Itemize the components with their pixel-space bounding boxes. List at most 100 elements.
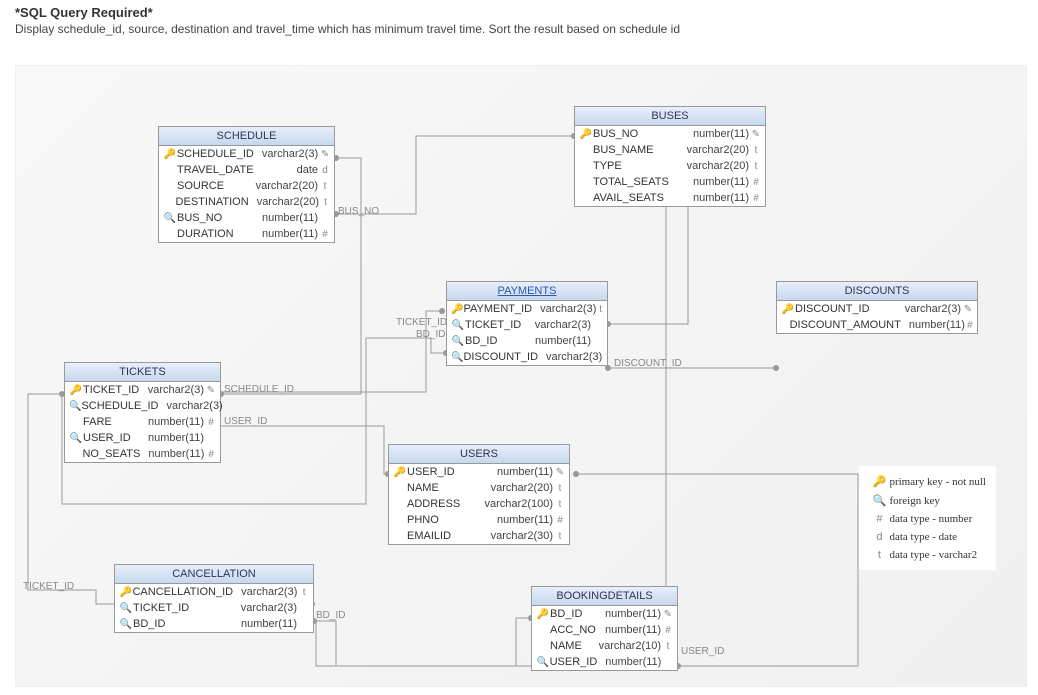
column-name: PHNO <box>407 514 439 526</box>
question-subtitle: Display schedule_id, source, destination… <box>15 22 1023 36</box>
table-body: 🔑BUS_NOnumber(11)✎BUS_NAMEvarchar2(20)tT… <box>575 126 765 206</box>
column-row: TRAVEL_DATEdated <box>159 162 334 178</box>
column-name: BD_ID <box>550 608 582 620</box>
column-name: AVAIL_SEATS <box>593 192 664 204</box>
erd-canvas: SCHEDULE 🔑SCHEDULE_IDvarchar2(3)✎TRAVEL_… <box>15 65 1027 687</box>
table-title: BOOKINGDETAILS <box>532 587 677 606</box>
column-type: varchar2(3) <box>233 602 297 614</box>
column-type: number(11) <box>254 228 318 240</box>
table-body: 🔑USER_IDnumber(11)✎NAMEvarchar2(20)tADDR… <box>389 464 569 544</box>
column-name: DESTINATION <box>176 196 249 208</box>
type-flag-icon: t <box>596 304 603 315</box>
table-body: 🔑SCHEDULE_IDvarchar2(3)✎TRAVEL_DATEdated… <box>159 146 334 242</box>
type-flag-icon: # <box>204 449 216 460</box>
rel-label-ticket-id: TICKET_ID <box>396 317 447 328</box>
column-name: DISCOUNT_ID <box>463 351 538 363</box>
column-type: number(11) <box>685 192 749 204</box>
rel-label-ticket-id2: TICKET_ID <box>23 581 74 592</box>
column-name: ACC_NO <box>550 624 596 636</box>
column-row: 🔍BUS_NOnumber(11) <box>159 210 334 226</box>
table-title: TICKETS <box>65 363 220 382</box>
column-row: 🔍USER_IDnumber(11) <box>532 654 677 670</box>
type-flag-icon: # <box>318 229 330 240</box>
column-name: BUS_NO <box>593 128 638 140</box>
table-title: PAYMENTS <box>447 282 607 301</box>
type-flag-icon: ✎ <box>553 467 565 478</box>
key-icon: 🔑 <box>536 609 550 620</box>
column-name: BUS_NAME <box>593 144 654 156</box>
column-name: USER_ID <box>550 656 598 668</box>
column-type: number(11) <box>685 176 749 188</box>
type-flag-icon: t <box>319 197 330 208</box>
table-tickets: TICKETS 🔑TICKET_IDvarchar2(3)✎ 🔍SCHEDULE_… <box>64 362 221 463</box>
column-type: varchar2(30) <box>483 530 553 542</box>
column-type: varchar2(10) <box>591 640 661 652</box>
table-payments: PAYMENTS 🔑PAYMENT_IDvarchar2(3)t🔍TICKET_… <box>446 281 608 366</box>
table-title: BUSES <box>575 107 765 126</box>
column-row: TOTAL_SEATSnumber(11)# <box>575 174 765 190</box>
type-flag-icon: d <box>318 165 330 176</box>
type-flag-icon: ✎ <box>318 149 330 160</box>
column-name: TICKET_ID <box>465 319 521 331</box>
column-name: SOURCE <box>177 180 224 192</box>
column-type: number(11) <box>685 128 749 140</box>
magnifier-icon: 🔍 <box>451 336 465 347</box>
table-title: DISCOUNTS <box>777 282 977 301</box>
column-name: SCHEDULE_ID <box>81 400 158 412</box>
column-type: number(11) <box>140 448 204 460</box>
column-name: DISCOUNT_ID <box>795 303 870 315</box>
type-flag-icon: # <box>749 193 761 204</box>
rel-label-bd-id2: BD_ID <box>316 610 345 621</box>
magnifier-icon: 🔍 <box>451 320 465 331</box>
key-icon: 🔑 <box>451 304 463 315</box>
column-row: 🔍TICKET_IDvarchar2(3) <box>447 317 607 333</box>
column-name: BD_ID <box>465 335 497 347</box>
column-row: 🔍TICKET_IDvarchar2(3) <box>115 600 313 616</box>
type-flag-icon: # <box>204 417 216 428</box>
column-name: PAYMENT_ID <box>463 303 532 315</box>
column-row: EMAILIDvarchar2(30)t <box>389 528 569 544</box>
t-icon: t <box>869 549 889 561</box>
key-icon: 🔑 <box>579 129 593 140</box>
column-row: PHNOnumber(11)# <box>389 512 569 528</box>
column-type: varchar2(20) <box>679 144 749 156</box>
column-name: TYPE <box>593 160 622 172</box>
rel-label-bus-no: BUS_NO <box>338 206 379 217</box>
column-name: CANCELLATION_ID <box>132 586 233 598</box>
column-type: number(11) <box>140 432 204 444</box>
column-row: AVAIL_SEATS number(11)# <box>575 190 765 206</box>
column-name: TICKET_ID <box>83 384 139 396</box>
column-row: 🔑TICKET_IDvarchar2(3)✎ <box>65 382 220 398</box>
table-buses: BUSES 🔑BUS_NOnumber(11)✎BUS_NAMEvarchar2… <box>574 106 766 207</box>
column-row: DISCOUNT_AMOUNTnumber(11)# <box>777 317 977 333</box>
column-type: varchar2(3) <box>538 351 602 363</box>
table-schedule: SCHEDULE 🔑SCHEDULE_IDvarchar2(3)✎TRAVEL_… <box>158 126 335 243</box>
column-type: number(11) <box>597 608 661 620</box>
column-type: varchar2(3) <box>158 400 222 412</box>
table-body: 🔑BD_IDnumber(11)✎ACC_NOnumber(11)#NAMEva… <box>532 606 677 670</box>
type-flag-icon: # <box>749 177 761 188</box>
column-name: DISCOUNT_AMOUNT <box>790 319 901 331</box>
type-flag-icon: ✎ <box>961 304 973 315</box>
column-type: number(11) <box>901 319 965 331</box>
column-type: number(11) <box>254 212 318 224</box>
magnifier-icon: 🔍 <box>69 401 81 412</box>
type-flag-icon: # <box>965 320 973 331</box>
table-title: CANCELLATION <box>115 565 313 584</box>
type-flag-icon: t <box>553 499 565 510</box>
column-name: FARE <box>83 416 112 428</box>
rel-label-user-id2: USER_ID <box>681 646 724 657</box>
column-type: number(11) <box>489 466 553 478</box>
column-type: varchar2(3) <box>532 303 596 315</box>
column-type: number(11) <box>527 335 591 347</box>
column-row: BUS_NAMEvarchar2(20)t <box>575 142 765 158</box>
type-flag-icon: t <box>318 181 330 192</box>
type-flag-icon: ✎ <box>749 129 761 140</box>
column-row: DURATIONnumber(11)# <box>159 226 334 242</box>
column-type: number(11) <box>233 618 297 630</box>
column-name: EMAILID <box>407 530 451 542</box>
column-type: varchar2(20) <box>679 160 749 172</box>
column-type: varchar2(3) <box>897 303 961 315</box>
column-type: number(11) <box>489 514 553 526</box>
column-row: DESTINATIONvarchar2(20)t <box>159 194 334 210</box>
